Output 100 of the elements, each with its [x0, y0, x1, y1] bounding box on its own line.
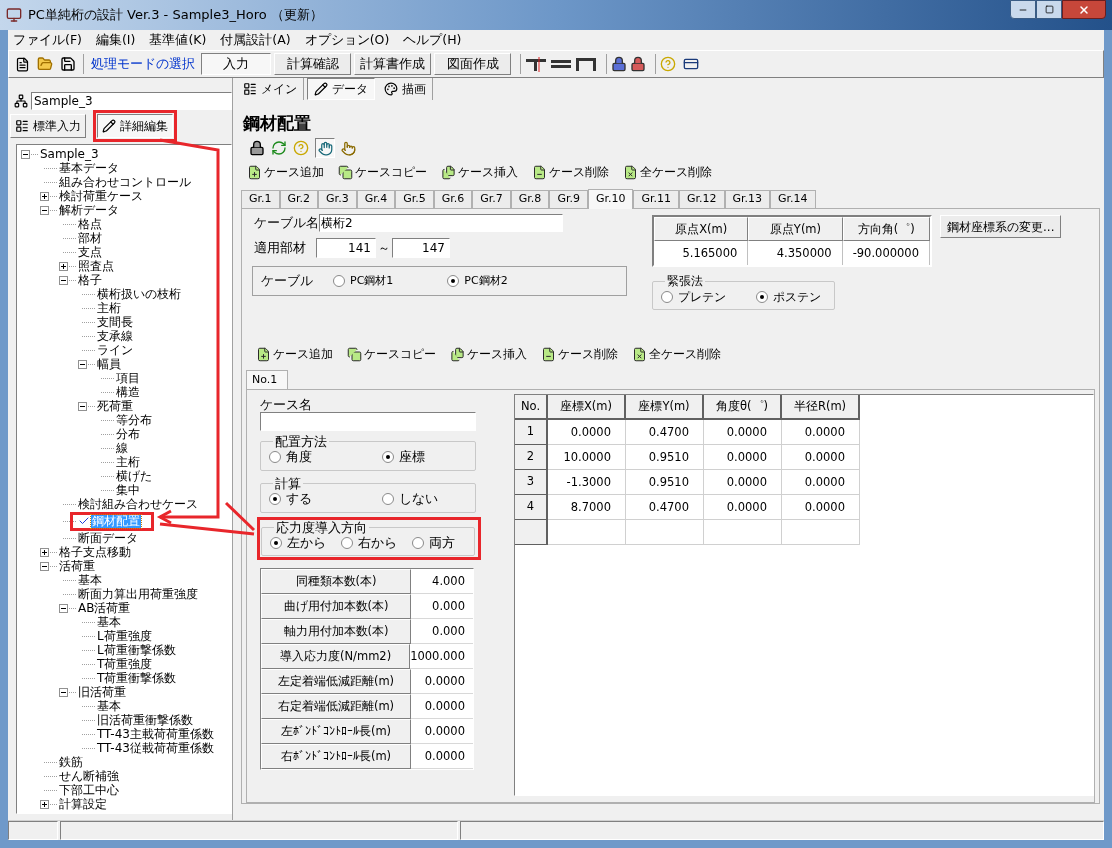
group-tab[interactable]: Gr.5	[395, 190, 434, 208]
tree-item[interactable]: 構造	[115, 385, 141, 399]
collapse-toggle[interactable]	[59, 275, 68, 285]
tree-item[interactable]: 基本	[96, 615, 122, 629]
tree-item[interactable]: 格点	[77, 217, 103, 231]
table-cell[interactable]: 4.000	[411, 569, 473, 595]
toolbar-action[interactable]: ケースコピー	[347, 345, 436, 363]
table-cell[interactable]: 0.4700	[626, 495, 704, 520]
group-tab[interactable]: Gr.7	[472, 190, 511, 208]
main-tab[interactable]: データ	[307, 78, 375, 100]
collapse-toggle[interactable]	[59, 603, 68, 613]
table-cell[interactable]: 1000.000	[410, 644, 473, 670]
tree-item[interactable]: 基本データ	[58, 161, 120, 175]
table-cell[interactable]: 0.0000	[411, 719, 473, 745]
tree-item[interactable]: 主桁	[115, 455, 141, 469]
toolbar-action[interactable]: 全ケース削除	[632, 345, 721, 363]
table-cell[interactable]: 0.0000	[704, 495, 782, 520]
table-cell[interactable]	[704, 520, 782, 545]
radio-option[interactable]: 右から	[341, 533, 397, 553]
radio-option[interactable]: プレテン	[661, 288, 726, 306]
member-to-field[interactable]: 147	[392, 238, 450, 258]
tree-item[interactable]: 格子支点移動	[58, 545, 132, 559]
view-button[interactable]: 標準入力	[10, 114, 86, 138]
table-cell[interactable]: 0.0000	[782, 420, 860, 445]
expand-toggle[interactable]	[59, 261, 68, 271]
tree-item[interactable]: 死荷重	[96, 399, 134, 413]
tree-item[interactable]: せん断補強	[58, 769, 120, 783]
radio-option[interactable]: しない	[382, 489, 438, 509]
group-tab[interactable]: Gr.12	[679, 190, 725, 208]
radio-button[interactable]	[341, 536, 353, 549]
radio-button[interactable]	[269, 451, 281, 464]
group-tab[interactable]: Gr.1	[241, 190, 280, 208]
main-tab[interactable]: 描画	[378, 78, 433, 100]
tree-item[interactable]: 等分布	[115, 413, 153, 427]
table-cell[interactable]: -90.000000	[842, 241, 930, 265]
group-tab[interactable]: Gr.2	[279, 190, 319, 208]
collapse-toggle[interactable]	[40, 561, 49, 571]
toolbar-action[interactable]: ケース挿入	[441, 163, 518, 181]
radio-button[interactable]	[270, 536, 282, 549]
menu-item[interactable]: 基準値(K)	[149, 30, 207, 50]
radio-option[interactable]: PC鋼材1	[333, 272, 394, 290]
tree-item[interactable]: 支点	[77, 245, 103, 259]
mode-button[interactable]: 計算確認	[274, 53, 351, 75]
tree-item[interactable]: 検討組み合わせケース	[77, 497, 199, 511]
group-tab[interactable]: Gr.11	[633, 190, 679, 208]
tree-item[interactable]: 旧活荷重	[77, 685, 127, 699]
collapse-toggle[interactable]	[59, 687, 68, 697]
table-cell[interactable]: 10.0000	[548, 445, 626, 470]
table-cell[interactable]: 8.7000	[548, 495, 626, 520]
expand-toggle[interactable]	[40, 191, 49, 201]
radio-button[interactable]	[412, 536, 424, 549]
tree-item[interactable]: TT-43従載荷荷重係数	[96, 741, 215, 755]
radio-button[interactable]	[382, 493, 394, 506]
view-button[interactable]: 詳細編集	[97, 114, 173, 138]
tree-item[interactable]: 幅員	[96, 357, 122, 371]
group-tab[interactable]: Gr.9	[549, 190, 588, 208]
tree-item[interactable]: T荷重強度	[96, 657, 154, 671]
tree-item[interactable]: 部材	[77, 231, 103, 245]
tree-item[interactable]: 項目	[115, 371, 141, 385]
collapse-toggle[interactable]	[78, 401, 87, 411]
mode-button[interactable]: 入力	[201, 53, 271, 75]
table-cell[interactable]	[782, 520, 860, 545]
tree-item[interactable]: AB活荷重	[77, 601, 132, 615]
table-cell[interactable]	[548, 520, 626, 545]
tree-item[interactable]: 基本	[77, 573, 103, 587]
radio-button[interactable]	[447, 275, 460, 287]
toolbar-action[interactable]: ケース追加	[256, 345, 333, 363]
tree-item[interactable]: 支間長	[96, 315, 134, 329]
main-tab[interactable]: メイン	[237, 78, 304, 100]
table-cell[interactable]: -1.3000	[548, 470, 626, 495]
table-cell[interactable]: 0.000	[411, 594, 473, 620]
tree-item[interactable]: 分布	[115, 427, 141, 441]
table-cell[interactable]: 0.0000	[782, 470, 860, 495]
table-cell[interactable]	[626, 520, 704, 545]
minimize-button[interactable]	[1010, 0, 1036, 19]
toolbar-action[interactable]: ケースコピー	[338, 163, 427, 181]
tree-item[interactable]: 解析データ	[58, 203, 120, 217]
radio-option[interactable]: 角度	[269, 448, 312, 467]
toolbar-action[interactable]: ケース追加	[247, 163, 324, 181]
group-tab[interactable]: Gr.10	[587, 189, 634, 209]
radio-option[interactable]: 座標	[382, 448, 425, 467]
tree-item[interactable]: 活荷重	[58, 559, 96, 573]
radio-button[interactable]	[333, 275, 345, 287]
radio-option[interactable]: ポステン	[756, 288, 821, 306]
tree-item[interactable]: 集中	[115, 483, 141, 497]
table-cell[interactable]: 0.0000	[411, 744, 473, 770]
group-tab[interactable]: Gr.4	[356, 190, 396, 208]
group-tab[interactable]: Gr.3	[318, 190, 357, 208]
radio-button[interactable]	[382, 451, 394, 464]
table-cell[interactable]: 0.0000	[704, 420, 782, 445]
case-tab[interactable]: No.1	[246, 370, 288, 389]
case-name-field[interactable]	[260, 412, 476, 431]
group-tab[interactable]: Gr.13	[724, 190, 771, 208]
collapse-toggle[interactable]	[21, 149, 30, 159]
tree-item[interactable]: 横桁扱いの枝桁	[96, 287, 182, 301]
project-field[interactable]: Sample_3	[31, 92, 232, 110]
tree-item[interactable]: 格子	[77, 273, 103, 287]
table-cell[interactable]: 0.0000	[704, 470, 782, 495]
toolbar-action[interactable]: ケース削除	[541, 345, 618, 363]
menu-item[interactable]: 付属設計(A)	[220, 30, 291, 50]
